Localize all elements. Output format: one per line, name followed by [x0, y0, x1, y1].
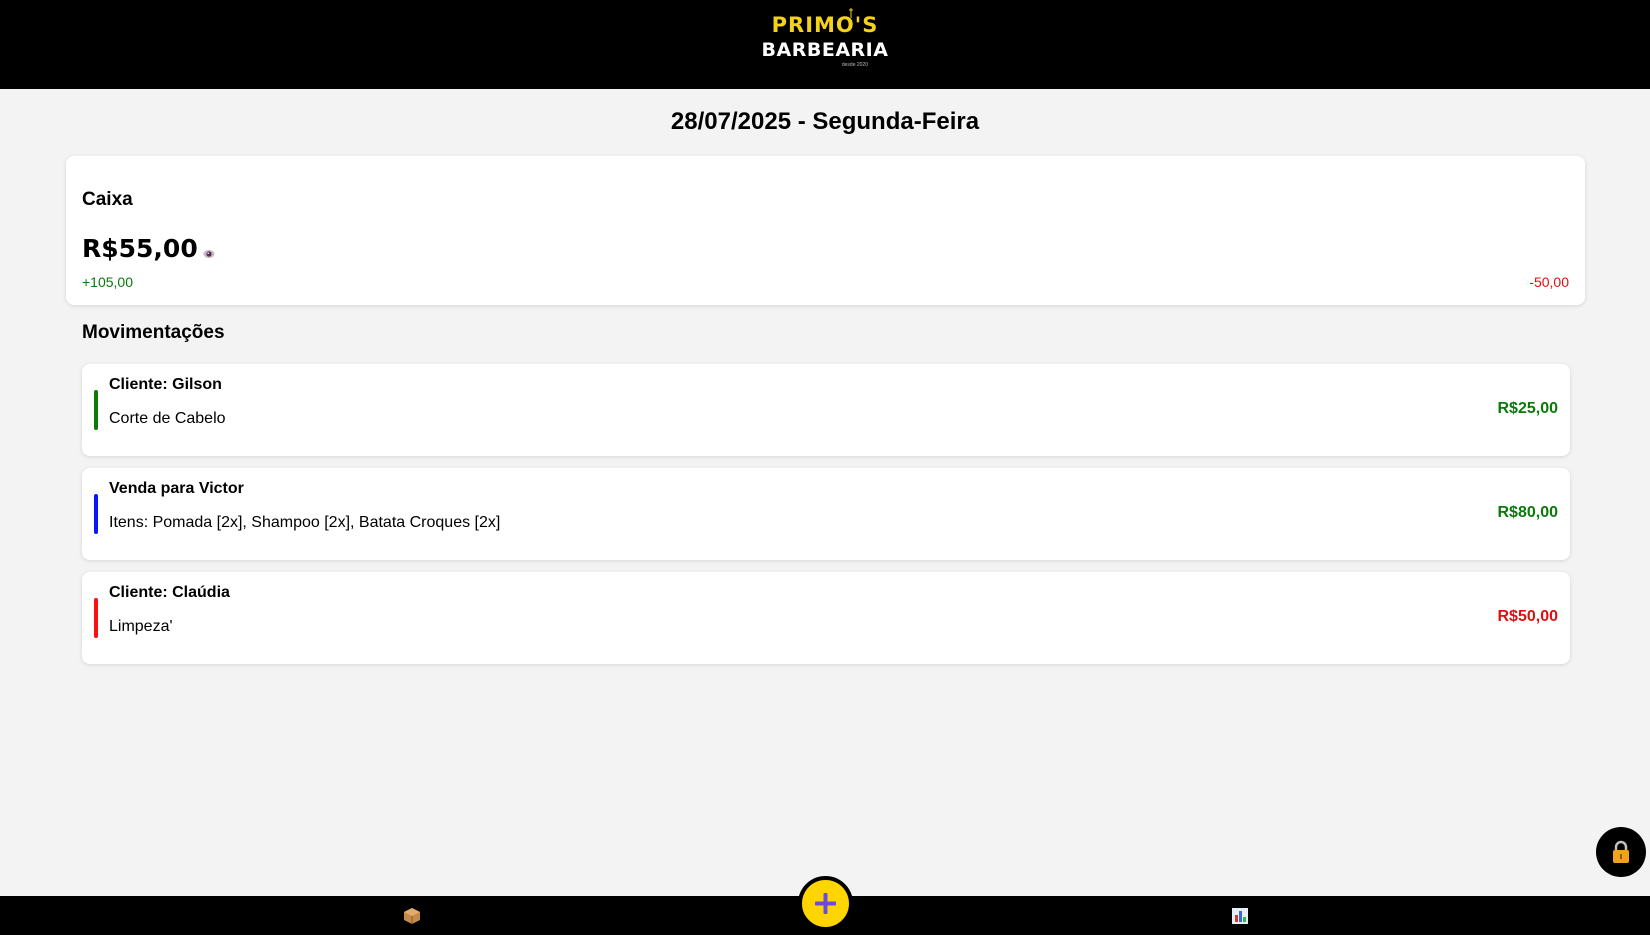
- movement-description: Corte de Cabelo: [109, 410, 226, 427]
- movement-type-bar: [94, 598, 98, 638]
- list-item[interactable]: Cliente: Gilson Corte de Cabelo R$25,00: [82, 364, 1570, 456]
- lock-button[interactable]: [1596, 827, 1646, 877]
- cash-incoming: +105,00: [82, 274, 133, 290]
- bar-chart-icon[interactable]: [1230, 906, 1250, 926]
- top-bar: PRIMO'S BARBEARIA desde 2020: [0, 0, 1650, 89]
- lock-icon: [1613, 840, 1629, 863]
- movement-description: Limpeza': [109, 618, 173, 635]
- package-icon[interactable]: [402, 906, 422, 926]
- movements-list: Cliente: Gilson Corte de Cabelo R$25,00 …: [82, 364, 1570, 676]
- cash-balance: R$55,00: [82, 234, 198, 263]
- page-title: 28/07/2025 - Segunda-Feira: [670, 108, 980, 135]
- scissors-icon: [849, 8, 853, 18]
- eye-icon[interactable]: [203, 248, 215, 260]
- movement-type-bar: [94, 390, 98, 430]
- movement-title: Cliente: Gilson: [109, 376, 222, 393]
- movement-title: Cliente: Claúdia: [109, 584, 230, 601]
- movement-description: Itens: Pomada [2x], Shampoo [2x], Batata…: [109, 514, 501, 531]
- cash-card: Caixa R$55,00 +105,00 -50,00: [66, 156, 1585, 305]
- movement-title: Venda para Victor: [109, 480, 244, 497]
- cash-outgoing: -50,00: [1529, 274, 1569, 290]
- movement-type-bar: [94, 494, 98, 534]
- movement-amount: R$25,00: [1497, 400, 1559, 417]
- plus-icon: [815, 893, 836, 914]
- brand-logo[interactable]: PRIMO'S BARBEARIA desde 2020: [760, 8, 890, 72]
- add-button[interactable]: [798, 876, 853, 931]
- list-item[interactable]: Cliente: Claúdia Limpeza' R$50,00: [82, 572, 1570, 664]
- movement-amount: R$50,00: [1497, 608, 1559, 625]
- list-item[interactable]: Venda para Victor Itens: Pomada [2x], Sh…: [82, 468, 1570, 560]
- logo-barbearia: BARBEARIA: [761, 39, 889, 61]
- logo-primos: PRIMO'S: [771, 13, 879, 37]
- logo-tagline: desde 2020: [841, 62, 868, 68]
- movement-amount: R$80,00: [1497, 504, 1559, 521]
- cash-label: Caixa: [82, 189, 133, 210]
- movements-title: Movimentações: [82, 322, 225, 343]
